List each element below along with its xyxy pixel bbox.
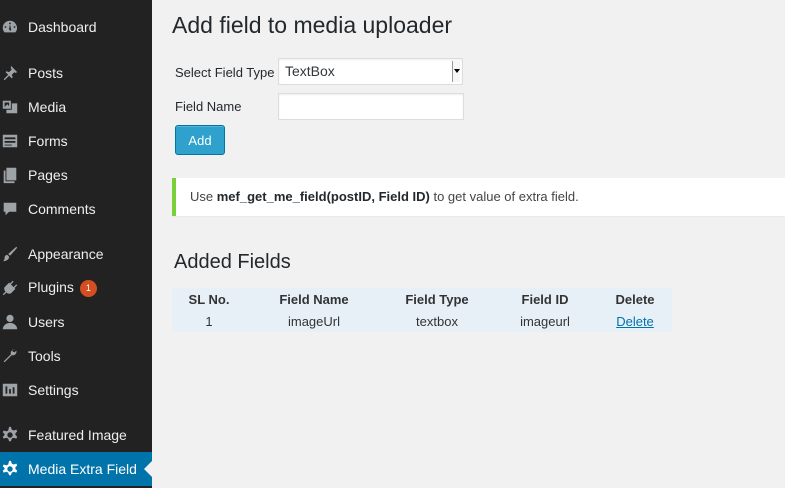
sidebar-item-media-extra-field[interactable]: Media Extra Field xyxy=(0,452,152,486)
gear-icon xyxy=(0,459,20,479)
sidebar-item-settings[interactable]: Settings xyxy=(0,373,152,407)
sidebar-item-comments[interactable]: Comments xyxy=(0,192,152,226)
chevron-down-icon xyxy=(452,61,460,82)
page-title: Add field to media uploader xyxy=(172,12,453,38)
comments-icon xyxy=(0,199,20,219)
dashboard-icon xyxy=(0,17,20,37)
sidebar-item-forms[interactable]: Forms xyxy=(0,124,152,158)
sidebar-item-tools[interactable]: Tools xyxy=(0,339,152,373)
table-header-row: SL No. Field Name Field Type Field ID De… xyxy=(172,288,672,310)
sidebar-item-label: Plugins xyxy=(28,279,74,296)
cell-field-type: textbox xyxy=(416,313,458,329)
update-count-badge: 1 xyxy=(79,279,97,297)
wrench-icon xyxy=(0,346,20,366)
added-fields-title: Added Fields xyxy=(174,251,291,273)
sidebar-item-plugins[interactable]: Plugins 1 xyxy=(0,271,152,305)
gear-icon xyxy=(0,425,20,445)
users-icon xyxy=(0,312,20,332)
sidebar-item-pages[interactable]: Pages xyxy=(0,158,152,192)
sidebar-item-label: Posts xyxy=(28,65,64,81)
cell-delete: Delete xyxy=(598,310,672,332)
table-row: 1 imageUrl textbox imageurl Delete xyxy=(172,310,672,332)
pages-icon xyxy=(0,165,20,185)
admin-sidebar: Dashboard Posts Media Forms Pages Commen… xyxy=(0,0,152,488)
delete-link[interactable]: Delete xyxy=(616,314,654,329)
sidebar-item-users[interactable]: Users xyxy=(0,305,152,339)
add-button[interactable]: Add xyxy=(175,125,225,155)
sidebar-item-label: Media xyxy=(28,99,67,115)
sidebar-item-label: Settings xyxy=(28,382,79,398)
brush-icon xyxy=(0,244,20,264)
sidebar-item-label: Pages xyxy=(28,167,68,183)
cell-field-name: imageUrl xyxy=(287,313,340,329)
cell-sl-no: 1 xyxy=(205,313,213,329)
notice-code: mef_get_me_field(postID, Field ID) xyxy=(216,189,430,204)
sidebar-item-label: Tools xyxy=(28,348,61,364)
sidebar-item-dashboard[interactable]: Dashboard xyxy=(0,10,152,44)
usage-notice: Use mef_get_me_field(postID, Field ID) t… xyxy=(172,178,785,216)
notice-prefix: Use xyxy=(190,189,214,204)
sidebar-item-posts[interactable]: Posts xyxy=(0,56,152,90)
select-field-type-label: Select Field Type xyxy=(175,65,275,80)
column-header-field-name: Field Name xyxy=(279,291,349,307)
column-header-sl-no: SL No. xyxy=(188,291,230,307)
sidebar-item-featured-image[interactable]: Featured Image xyxy=(0,418,152,452)
plugin-icon xyxy=(0,278,20,298)
sidebar-item-label: Featured Image xyxy=(28,427,127,443)
forms-icon xyxy=(0,131,20,151)
column-header-field-id: Field ID xyxy=(521,291,569,307)
field-type-select-value: TextBox xyxy=(285,63,335,79)
field-name-input[interactable] xyxy=(278,93,464,120)
column-header-delete: Delete xyxy=(615,291,655,307)
pin-icon xyxy=(0,63,20,83)
column-header-field-type: Field Type xyxy=(405,291,469,307)
sidebar-item-media[interactable]: Media xyxy=(0,90,152,124)
sidebar-item-label: Appearance xyxy=(28,246,104,262)
sidebar-item-label: Forms xyxy=(28,133,68,149)
added-fields-table: SL No. Field Name Field Type Field ID De… xyxy=(172,288,672,332)
sidebar-item-label: Comments xyxy=(28,201,96,217)
field-name-label: Field Name xyxy=(175,99,242,114)
sidebar-item-appearance[interactable]: Appearance xyxy=(0,237,152,271)
cell-field-id: imageurl xyxy=(520,313,570,329)
notice-suffix: to get value of extra field. xyxy=(433,189,579,204)
field-type-select[interactable]: TextBox xyxy=(278,58,463,85)
settings-icon xyxy=(0,380,20,400)
sidebar-item-label: Media Extra Field xyxy=(28,461,137,477)
sidebar-item-label: Dashboard xyxy=(28,19,97,35)
sidebar-item-label: Users xyxy=(28,314,65,330)
media-icon xyxy=(0,97,20,117)
